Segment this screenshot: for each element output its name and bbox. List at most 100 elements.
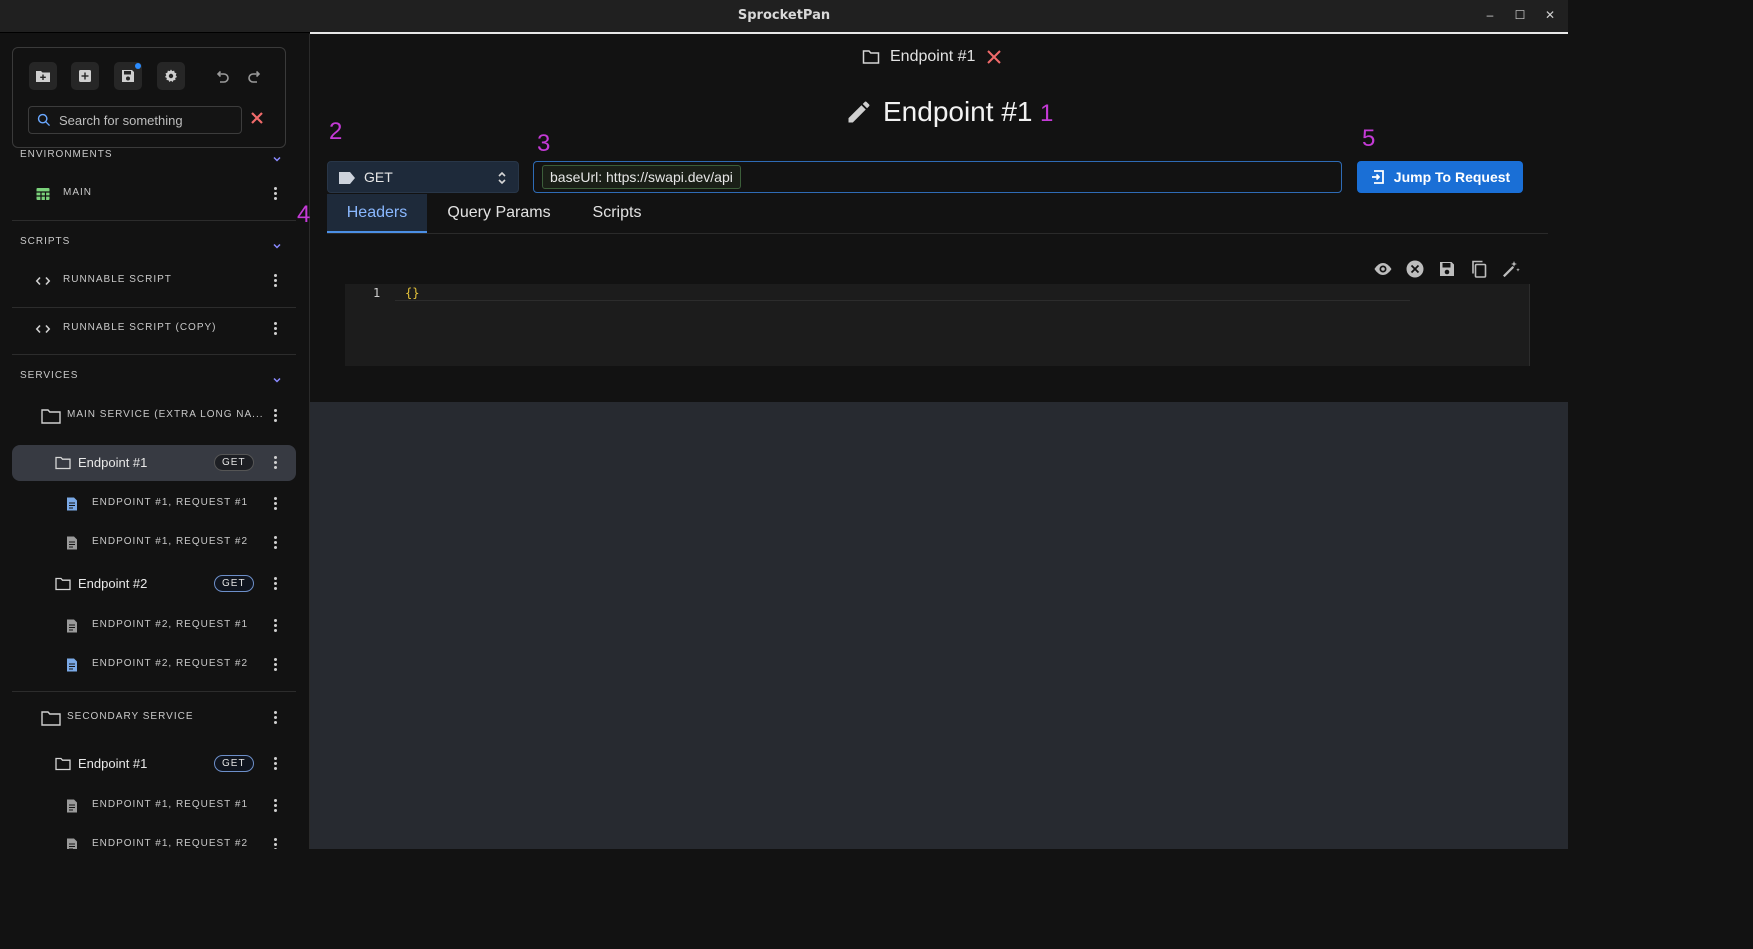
more-options-icon[interactable] [271, 454, 279, 472]
copy-button[interactable] [1468, 258, 1490, 280]
open-tab-label: Endpoint #1 [890, 48, 976, 65]
more-options-icon[interactable] [271, 836, 279, 849]
folder-icon [862, 50, 880, 64]
sidebar-item-label: MAIN SERVICE (EXTRA LONG NA... [67, 409, 264, 420]
open-tab[interactable]: Endpoint #1 [862, 46, 1003, 68]
service-item[interactable]: SECONDARY SERVICE [12, 700, 296, 736]
save-icon [1440, 262, 1454, 276]
editor-code[interactable]: {} [405, 286, 419, 300]
new-folder-button[interactable] [29, 62, 57, 90]
folder-icon [55, 756, 71, 772]
editor-toolbar [1372, 258, 1522, 280]
sidebar-item-label: RUNNABLE SCRIPT (COPY) [63, 322, 217, 333]
script-item[interactable]: RUNNABLE SCRIPT (COPY) [12, 311, 296, 347]
maximize-button[interactable]: ☐ [1512, 8, 1528, 22]
endpoint-item[interactable]: Endpoint #1 GET [12, 445, 296, 481]
endpoint-item[interactable]: Endpoint #2 GET [12, 566, 296, 602]
tab-bar: Headers Query Params Scripts [327, 194, 1548, 234]
main-panel: Endpoint #1 Endpoint #1 1 2 3 4 5 GET ba… [297, 34, 1568, 402]
request-item[interactable]: ENDPOINT #1, REQUEST #2 [12, 525, 296, 561]
request-item[interactable]: ENDPOINT #1, REQUEST #1 [12, 486, 296, 522]
redo-button[interactable] [241, 62, 269, 90]
services-header[interactable]: SERVICES [20, 370, 78, 381]
more-options-icon[interactable] [271, 320, 279, 338]
current-line-highlight [395, 284, 1410, 301]
eye-icon [1374, 263, 1392, 275]
folder-add-icon [36, 71, 50, 82]
sidebar-item-label: Endpoint #1 [78, 756, 148, 771]
tab-headers[interactable]: Headers [327, 194, 427, 233]
request-item[interactable]: ENDPOINT #2, REQUEST #2 [12, 647, 296, 683]
sidebar-item-label: Endpoint #2 [78, 576, 148, 591]
endpoint-heading: Endpoint #1 [845, 96, 1032, 128]
sidebar-item-label: ENDPOINT #1, REQUEST #1 [92, 799, 249, 810]
more-options-icon[interactable] [271, 407, 279, 425]
magic-wand-icon [1503, 261, 1520, 278]
url-variable-chip[interactable]: baseUrl: https://swapi.dev/api [542, 165, 741, 189]
sidebar-item-label: ENDPOINT #2, REQUEST #2 [92, 658, 249, 669]
pencil-icon[interactable] [845, 98, 873, 126]
close-window-button[interactable]: ✕ [1542, 8, 1558, 22]
request-item[interactable]: ENDPOINT #1, REQUEST #2 [12, 827, 296, 849]
clear-search-button[interactable] [249, 110, 265, 126]
jump-to-request-button[interactable]: Jump To Request [1357, 161, 1523, 193]
url-input[interactable]: baseUrl: https://swapi.dev/api [533, 161, 1342, 193]
method-badge: GET [214, 755, 254, 772]
chevron-down-icon[interactable] [272, 151, 282, 162]
more-options-icon[interactable] [271, 617, 279, 635]
redo-icon [248, 70, 261, 83]
more-options-icon[interactable] [271, 656, 279, 674]
sidebar-item-label: ENDPOINT #2, REQUEST #1 [92, 619, 249, 630]
method-badge: GET [214, 454, 254, 471]
scripts-header[interactable]: SCRIPTS [20, 236, 70, 247]
search-input[interactable] [59, 110, 237, 130]
more-options-icon[interactable] [271, 272, 279, 290]
search-icon [37, 113, 51, 127]
document-icon [64, 837, 80, 849]
sidebar-item-label: Endpoint #1 [78, 455, 148, 470]
document-icon [64, 618, 80, 634]
save-editor-button[interactable] [1436, 258, 1458, 280]
more-options-icon[interactable] [271, 709, 279, 727]
more-options-icon[interactable] [271, 797, 279, 815]
line-number: 1 [373, 286, 381, 300]
format-button[interactable] [1500, 258, 1522, 280]
more-options-icon[interactable] [271, 575, 279, 593]
add-button[interactable] [71, 62, 99, 90]
more-options-icon[interactable] [271, 495, 279, 513]
search-box [28, 106, 242, 134]
sidebar-item-label: ENDPOINT #1, REQUEST #1 [92, 497, 249, 508]
chevron-down-icon[interactable] [272, 238, 282, 249]
more-options-icon[interactable] [271, 534, 279, 552]
close-icon[interactable] [985, 48, 1003, 66]
undo-button[interactable] [208, 62, 236, 90]
code-editor[interactable]: 1 {} [345, 284, 1530, 366]
environments-header[interactable]: ENVIRONMENTS [20, 149, 113, 160]
method-select[interactable]: GET [327, 161, 519, 193]
tab-scripts[interactable]: Scripts [577, 194, 657, 233]
folder-icon [41, 710, 61, 726]
divider [12, 220, 296, 221]
chevron-down-icon[interactable] [272, 372, 282, 383]
script-item[interactable]: RUNNABLE SCRIPT [12, 263, 296, 299]
request-item[interactable]: ENDPOINT #1, REQUEST #1 [12, 788, 296, 824]
close-icon [251, 112, 263, 124]
more-options-icon[interactable] [271, 755, 279, 773]
tab-query-params[interactable]: Query Params [431, 194, 567, 233]
service-item[interactable]: MAIN SERVICE (EXTRA LONG NA... [12, 398, 296, 434]
settings-button[interactable] [157, 62, 185, 90]
save-button[interactable] [114, 62, 142, 90]
preview-button[interactable] [1372, 258, 1394, 280]
divider [12, 307, 296, 308]
document-icon [64, 798, 80, 814]
page-title: Endpoint #1 [883, 96, 1033, 127]
minimize-button[interactable]: – [1482, 8, 1498, 22]
divider [12, 691, 296, 692]
sidebar-toolbox [12, 47, 286, 148]
sidebar-item-label: RUNNABLE SCRIPT [63, 274, 172, 285]
more-options-icon[interactable] [271, 185, 279, 203]
environment-item-main[interactable]: MAIN [12, 176, 296, 212]
endpoint-item[interactable]: Endpoint #1 GET [12, 746, 296, 782]
clear-button[interactable] [1404, 258, 1426, 280]
request-item[interactable]: ENDPOINT #2, REQUEST #1 [12, 608, 296, 644]
